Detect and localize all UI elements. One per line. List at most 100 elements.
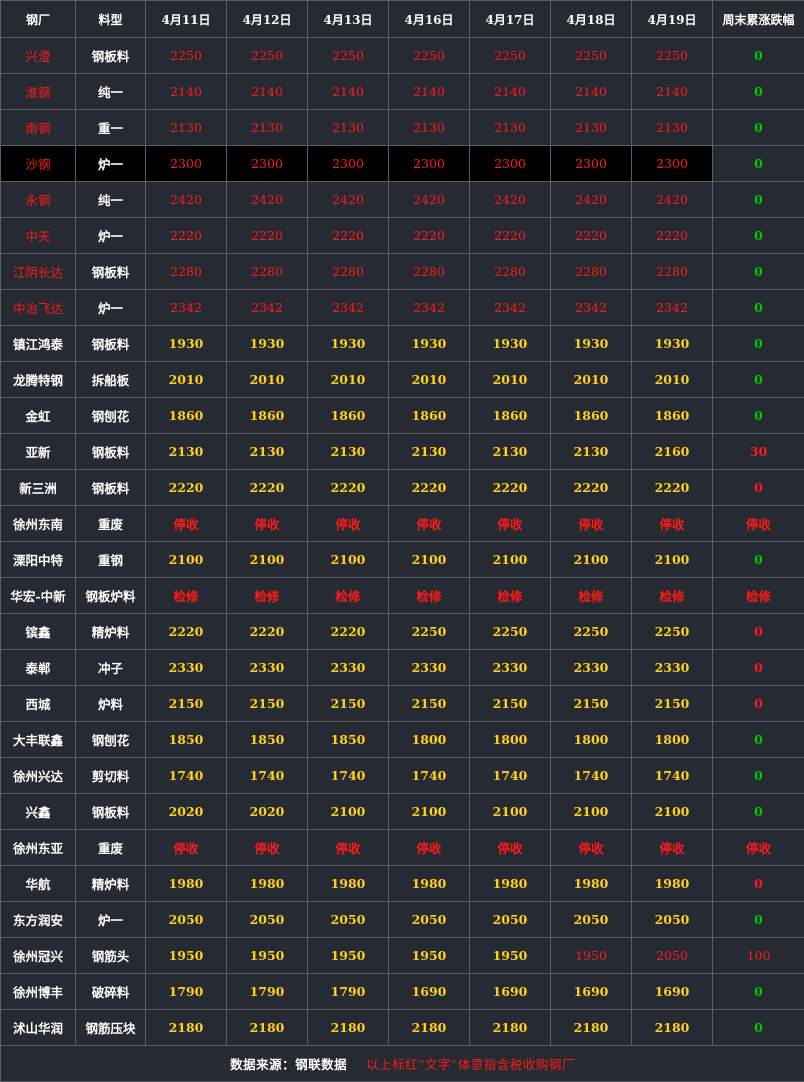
price-cell: 2330 (632, 650, 713, 686)
price-cell: 2250 (389, 38, 470, 74)
price-cell: 2100 (551, 542, 632, 578)
price-cell: 1740 (470, 758, 551, 794)
price-cell: 2050 (632, 938, 713, 974)
mill-name: 泰郸 (1, 650, 76, 686)
price-cell: 2020 (146, 794, 227, 830)
price-cell: 停收 (632, 506, 713, 542)
mill-name: 徐州博丰 (1, 974, 76, 1010)
price-cell: 停收 (470, 830, 551, 866)
price-cell: 2220 (632, 218, 713, 254)
mill-name: 徐州东南 (1, 506, 76, 542)
table-row: 沙钢炉一23002300230023002300230023000 (1, 146, 804, 182)
header-date: 4月17日 (470, 1, 551, 38)
price-cell: 1950 (227, 938, 308, 974)
mill-name: 南钢 (1, 110, 76, 146)
table-row: 永钢纯一24202420242024202420242024200 (1, 182, 804, 218)
table-row: 江阴长达钢板料22802280228022802280228022800 (1, 254, 804, 290)
price-cell: 2330 (227, 650, 308, 686)
price-cell: 2342 (308, 290, 389, 326)
price-cell: 1860 (146, 398, 227, 434)
price-cell: 2140 (551, 74, 632, 110)
price-cell: 停收 (308, 830, 389, 866)
material-type: 纯一 (76, 74, 146, 110)
price-cell: 2420 (227, 182, 308, 218)
material-type: 拆船板 (76, 362, 146, 398)
price-cell: 2140 (227, 74, 308, 110)
price-cell: 1950 (389, 938, 470, 974)
material-type: 冲子 (76, 650, 146, 686)
header-weekly-change: 周末累涨跌幅 (713, 1, 804, 38)
price-cell: 2100 (308, 542, 389, 578)
price-cell: 2150 (551, 686, 632, 722)
weekly-change-cell: 0 (713, 1010, 804, 1046)
mill-name: 镇江鸿泰 (1, 326, 76, 362)
mill-name: 华宏-中新 (1, 578, 76, 614)
price-cell: 2140 (308, 74, 389, 110)
price-cell: 2010 (551, 362, 632, 398)
price-cell: 2220 (308, 614, 389, 650)
price-cell: 2300 (632, 146, 713, 182)
material-type: 精炉料 (76, 614, 146, 650)
price-cell: 1980 (551, 866, 632, 902)
price-cell: 停收 (146, 830, 227, 866)
price-cell: 停收 (470, 506, 551, 542)
price-cell: 2050 (146, 902, 227, 938)
price-cell: 2140 (146, 74, 227, 110)
price-cell: 停收 (389, 830, 470, 866)
material-type: 精炉料 (76, 866, 146, 902)
price-cell: 2010 (227, 362, 308, 398)
price-cell: 停收 (308, 506, 389, 542)
price-cell: 2330 (470, 650, 551, 686)
price-cell: 2130 (389, 434, 470, 470)
price-cell: 2300 (551, 146, 632, 182)
weekly-change-cell: 停收 (713, 506, 804, 542)
weekly-change-cell: 0 (713, 722, 804, 758)
price-cell: 1850 (227, 722, 308, 758)
weekly-change-cell: 0 (713, 866, 804, 902)
price-cell: 2250 (146, 38, 227, 74)
price-cell: 2100 (632, 794, 713, 830)
weekly-change-cell: 0 (713, 182, 804, 218)
price-cell: 2420 (632, 182, 713, 218)
weekly-change-cell: 0 (713, 326, 804, 362)
price-cell: 2180 (389, 1010, 470, 1046)
header-material: 料型 (76, 1, 146, 38)
data-source-label: 数据来源：钢联数据 (230, 1057, 347, 1072)
price-cell: 2250 (551, 38, 632, 74)
price-cell: 2250 (551, 614, 632, 650)
weekly-change-cell: 0 (713, 254, 804, 290)
mill-name: 永钢 (1, 182, 76, 218)
price-cell: 2280 (551, 254, 632, 290)
material-type: 钢刨花 (76, 398, 146, 434)
table-row: 华航精炉料19801980198019801980198019800 (1, 866, 804, 902)
material-type: 钢板料 (76, 470, 146, 506)
weekly-change-cell: 0 (713, 470, 804, 506)
price-cell: 停收 (227, 830, 308, 866)
price-cell: 2130 (227, 110, 308, 146)
price-cell: 1790 (146, 974, 227, 1010)
weekly-change-cell: 0 (713, 38, 804, 74)
footer-row: 数据来源：钢联数据 以上标红“文字”体意指含税收购钢厂 (1, 1046, 804, 1082)
price-cell: 2220 (389, 470, 470, 506)
weekly-change-cell: 0 (713, 758, 804, 794)
price-cell: 2220 (227, 614, 308, 650)
price-cell: 1930 (389, 326, 470, 362)
price-cell: 2130 (308, 434, 389, 470)
table-row: 华宏-中新钢板炉料检修检修检修检修检修检修检修检修 (1, 578, 804, 614)
price-cell: 1930 (227, 326, 308, 362)
price-cell: 2130 (551, 434, 632, 470)
price-cell: 检修 (389, 578, 470, 614)
table-row: 大丰联鑫钢刨花18501850185018001800180018000 (1, 722, 804, 758)
table-row: 徐州博丰破碎料17901790179016901690169016900 (1, 974, 804, 1010)
material-type: 钢板料 (76, 38, 146, 74)
table-row: 东方润安炉一20502050205020502050205020500 (1, 902, 804, 938)
price-cell: 2220 (146, 470, 227, 506)
price-cell: 2220 (470, 470, 551, 506)
footer-note: 以上标红“文字”体意指含税收购钢厂 (366, 1057, 575, 1072)
price-cell: 2180 (632, 1010, 713, 1046)
price-cell: 1690 (551, 974, 632, 1010)
price-cell: 1860 (551, 398, 632, 434)
material-type: 钢筋压块 (76, 1010, 146, 1046)
price-cell: 2180 (551, 1010, 632, 1046)
price-cell: 2100 (146, 542, 227, 578)
